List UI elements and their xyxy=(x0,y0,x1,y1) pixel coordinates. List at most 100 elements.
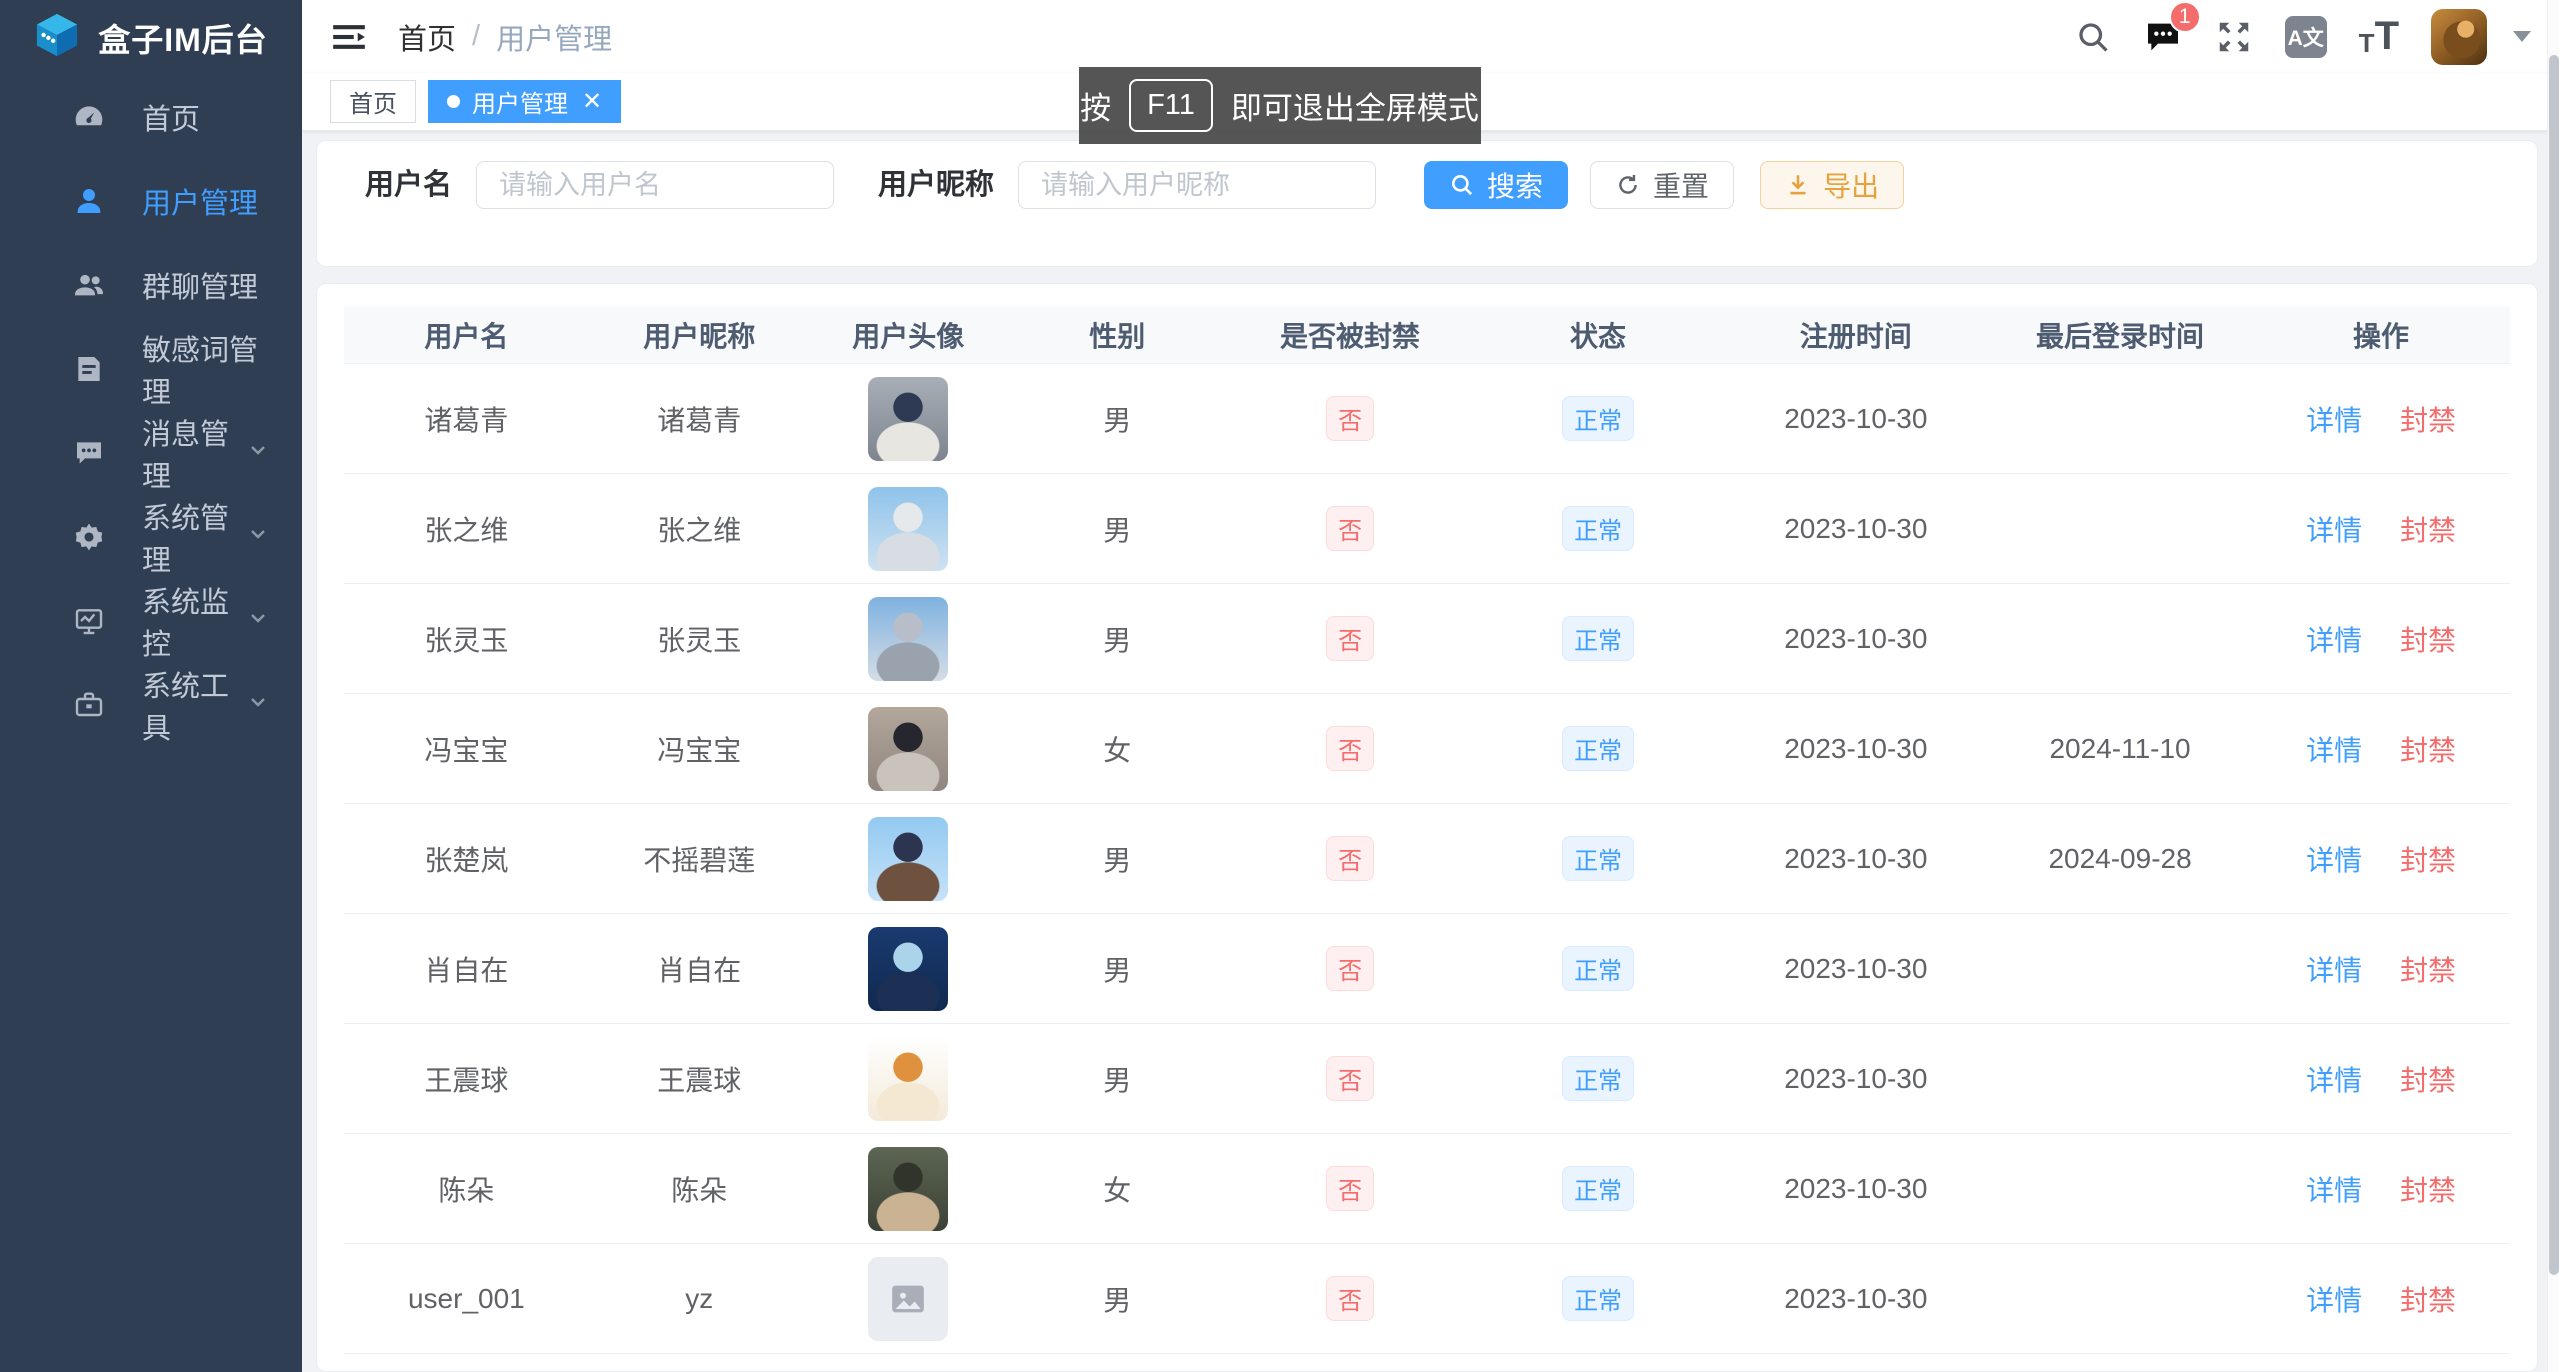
ban-link[interactable]: 封禁 xyxy=(2400,1175,2456,1206)
sidebar-item-home[interactable]: 首页 xyxy=(0,75,302,159)
user-avatar[interactable] xyxy=(868,377,948,461)
fullscreen-icon[interactable] xyxy=(2215,18,2253,56)
user-avatar[interactable] xyxy=(868,707,948,791)
tab-home[interactable]: 首页 xyxy=(330,80,416,123)
ban-link[interactable]: 封禁 xyxy=(2400,625,2456,656)
message-notification-icon[interactable]: 1 xyxy=(2143,17,2183,57)
user-avatar[interactable] xyxy=(868,927,948,1011)
sidebar-item-label: 系统工具 xyxy=(142,663,246,747)
sidebar-item-label: 用户管理 xyxy=(142,180,258,222)
reset-button[interactable]: 重置 xyxy=(1590,161,1734,209)
nickname-cell: 肖自在 xyxy=(589,949,810,989)
username-input[interactable] xyxy=(476,161,834,209)
table-row: 冯宝宝 冯宝宝 女 否 正常 2023-10-30 2024-11-10 详情 … xyxy=(344,694,2510,804)
user-avatar[interactable] xyxy=(868,487,948,571)
detail-link[interactable]: 详情 xyxy=(2306,1065,2362,1096)
search-button[interactable]: 搜索 xyxy=(1424,161,1568,209)
chevron-down-icon xyxy=(246,689,270,722)
language-icon[interactable]: A文 xyxy=(2285,16,2327,58)
username-cell: 张灵玉 xyxy=(344,619,589,659)
sidebar-item-system-monitor[interactable]: 系统监控 xyxy=(0,579,302,663)
search-icon[interactable] xyxy=(2075,19,2111,55)
detail-link[interactable]: 详情 xyxy=(2306,405,2362,436)
banned-tag: 否 xyxy=(1326,1276,1374,1321)
sidebar-item-group-management[interactable]: 群聊管理 xyxy=(0,243,302,327)
sidebar-item-message-management[interactable]: 消息管理 xyxy=(0,411,302,495)
sidebar-item-system-tools[interactable]: 系统工具 xyxy=(0,663,302,747)
register-time-cell: 2023-10-30 xyxy=(1724,623,1988,655)
nickname-cell: 不摇碧莲 xyxy=(589,839,810,879)
tab-user-management[interactable]: 用户管理 ✕ xyxy=(428,80,621,123)
detail-link[interactable]: 详情 xyxy=(2306,955,2362,986)
user-avatar[interactable] xyxy=(868,817,948,901)
detail-link[interactable]: 详情 xyxy=(2306,1175,2362,1206)
close-icon[interactable]: ✕ xyxy=(582,90,602,114)
ban-link[interactable]: 封禁 xyxy=(2400,735,2456,766)
gender-cell: 男 xyxy=(1007,619,1228,659)
table-row: 张楚岚 不摇碧莲 男 否 正常 2023-10-30 2024-09-28 详情… xyxy=(344,804,2510,914)
table-row: user_001 yz 男 否 正常 2023-10-30 详情 封禁 xyxy=(344,1244,2510,1354)
app-logo: 盒子IM后台 xyxy=(0,0,302,75)
nickname-input[interactable] xyxy=(1018,161,1376,209)
header-actions: 1 A文 TT xyxy=(2075,9,2531,65)
search-filter-card: 用户名 用户昵称 搜索 重置 导出 xyxy=(316,140,2538,267)
export-button[interactable]: 导出 xyxy=(1760,161,1904,209)
ban-link[interactable]: 封禁 xyxy=(2400,955,2456,986)
username-cell: 肖自在 xyxy=(344,949,589,989)
register-time-cell: 2023-10-30 xyxy=(1724,733,1988,765)
scrollbar xyxy=(2547,0,2559,1372)
ban-link[interactable]: 封禁 xyxy=(2400,845,2456,876)
user-menu-caret-icon[interactable] xyxy=(2513,31,2531,42)
table-row: 王震球 王震球 男 否 正常 2023-10-30 详情 封禁 xyxy=(344,1024,2510,1134)
user-table-card: 用户名 用户昵称 用户头像 性别 是否被封禁 状态 注册时间 最后登录时间 操作… xyxy=(316,283,2538,1372)
sidebar-item-label: 消息管理 xyxy=(142,411,246,495)
sidebar-item-label: 首页 xyxy=(142,96,200,138)
status-tag: 正常 xyxy=(1562,836,1634,881)
nickname-cell: 张之维 xyxy=(589,509,810,549)
username-cell: 张楚岚 xyxy=(344,839,589,879)
page-content: 用户名 用户昵称 搜索 重置 导出 xyxy=(302,131,2559,1372)
breadcrumb-home[interactable]: 首页 xyxy=(398,16,456,58)
user-avatar[interactable] xyxy=(868,1147,948,1231)
chevron-down-icon xyxy=(246,521,270,554)
last-login-cell: 2024-11-10 xyxy=(1988,733,2252,765)
status-tag: 正常 xyxy=(1562,616,1634,661)
ban-link[interactable]: 封禁 xyxy=(2400,405,2456,436)
breadcrumb-separator: / xyxy=(472,20,480,53)
detail-link[interactable]: 详情 xyxy=(2306,625,2362,656)
message-icon xyxy=(72,436,106,470)
breadcrumb: 首页 / 用户管理 xyxy=(398,16,612,58)
register-time-cell: 2023-10-30 xyxy=(1724,953,1988,985)
font-size-icon[interactable]: TT xyxy=(2359,14,2399,59)
sidebar-item-sensitive-words[interactable]: 敏感词管理 xyxy=(0,327,302,411)
gear-icon xyxy=(72,520,106,554)
ban-link[interactable]: 封禁 xyxy=(2400,1065,2456,1096)
ban-link[interactable]: 封禁 xyxy=(2400,515,2456,546)
toolbox-icon xyxy=(72,688,106,722)
gender-cell: 女 xyxy=(1007,729,1228,769)
collapse-sidebar-icon[interactable] xyxy=(330,17,370,57)
top-header: 首页 / 用户管理 1 A文 TT xyxy=(302,0,2559,73)
gender-cell: 男 xyxy=(1007,509,1228,549)
sidebar-item-label: 系统监控 xyxy=(142,579,246,663)
ban-link[interactable]: 封禁 xyxy=(2400,1285,2456,1316)
nickname-cell: 冯宝宝 xyxy=(589,729,810,769)
scrollbar-thumb[interactable] xyxy=(2549,55,2559,1275)
table-row: 陈朵 陈朵 女 否 正常 2023-10-30 详情 封禁 xyxy=(344,1134,2510,1244)
nickname-cell: 张灵玉 xyxy=(589,619,810,659)
detail-link[interactable]: 详情 xyxy=(2306,845,2362,876)
sidebar-item-system-management[interactable]: 系统管理 xyxy=(0,495,302,579)
user-avatar[interactable] xyxy=(868,597,948,681)
sidebar-menu: 首页 用户管理 群聊管理 敏感词管理 消息管理 xyxy=(0,75,302,747)
user-avatar[interactable] xyxy=(868,1037,948,1121)
detail-link[interactable]: 详情 xyxy=(2306,735,2362,766)
detail-link[interactable]: 详情 xyxy=(2306,515,2362,546)
register-time-cell: 2023-10-30 xyxy=(1724,513,1988,545)
sidebar-item-label: 群聊管理 xyxy=(142,264,258,306)
user-icon xyxy=(72,184,106,218)
sidebar-item-user-management[interactable]: 用户管理 xyxy=(0,159,302,243)
avatar[interactable] xyxy=(2431,9,2487,65)
banned-tag: 否 xyxy=(1326,506,1374,551)
detail-link[interactable]: 详情 xyxy=(2306,1285,2362,1316)
nickname-cell: 王震球 xyxy=(589,1059,810,1099)
